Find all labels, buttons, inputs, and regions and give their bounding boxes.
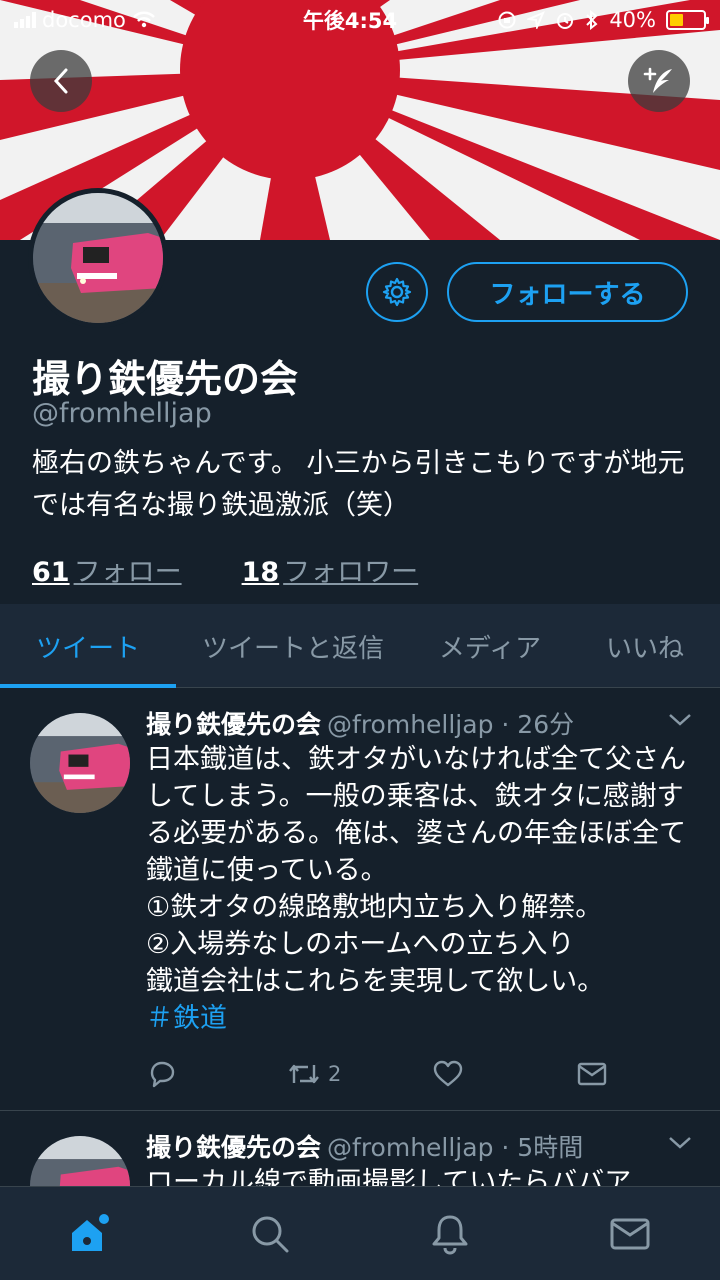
compose-tweet-button[interactable]	[628, 50, 690, 112]
retweet-icon	[289, 1064, 319, 1084]
nav-search[interactable]	[180, 1187, 360, 1280]
mail-share-icon	[577, 1062, 607, 1086]
location-icon	[527, 11, 546, 29]
home-icon	[72, 1213, 109, 1251]
status-time: 午後4:54	[302, 9, 398, 33]
chevron-down-icon[interactable]	[666, 1134, 694, 1152]
retweet-count: 2	[328, 1062, 342, 1086]
profile-handle: @fromhelljap	[32, 398, 212, 429]
heart-icon	[433, 1060, 463, 1087]
follow-button[interactable]: フォローする	[447, 262, 688, 322]
tweet-author-name: 撮り鉄優先の会	[146, 1133, 322, 1162]
tweet-handle-time: @fromhelljap · 5時間	[327, 1133, 584, 1162]
followers-link[interactable]: 18 フォロワー	[242, 550, 419, 589]
like-button[interactable]	[432, 1059, 464, 1089]
carrier-label: docomo	[42, 8, 126, 32]
back-button[interactable]	[30, 50, 92, 112]
train-photo-image	[33, 193, 163, 323]
followers-label: フォロワー	[283, 557, 419, 588]
reply-icon	[150, 1061, 175, 1088]
bottom-navigation	[0, 1186, 720, 1280]
gear-icon	[382, 277, 412, 307]
alarm-icon	[557, 13, 574, 29]
bell-icon	[432, 1215, 468, 1255]
nav-home[interactable]	[0, 1187, 180, 1280]
tweet-avatar[interactable]	[30, 713, 130, 813]
chevron-left-icon	[53, 68, 68, 94]
following-link[interactable]: 61 フォロー	[32, 550, 182, 589]
profile-bio: 極右の鉄ちゃんです。 小三から引きこもりですが地元では有名な撮り鉄過激派（笑）	[32, 448, 685, 521]
nav-messages[interactable]	[540, 1187, 720, 1280]
tweet-text: 日本鐡道は、鉄オタがいなければ全て父さんしてしまう。一般の乗客は、鉄オタに感謝す…	[146, 744, 686, 997]
profile-display-name: 撮り鉄優先の会	[32, 357, 299, 401]
tweet-header: 撮り鉄優先の会 @fromhelljap · 5時間	[146, 1128, 583, 1164]
share-button[interactable]	[576, 1059, 608, 1089]
settings-button[interactable]	[366, 262, 428, 322]
following-label: フォロー	[73, 557, 182, 588]
tab-tweets[interactable]: ツイート	[0, 604, 176, 688]
chevron-down-icon[interactable]	[666, 711, 694, 729]
battery-level-fill	[670, 14, 683, 26]
tab-likes[interactable]: いいね	[570, 604, 720, 688]
followers-count: 18	[241, 557, 280, 588]
following-count: 61	[32, 557, 70, 588]
battery-percent: 40%	[609, 8, 656, 32]
train-photo-image	[30, 713, 130, 813]
search-icon	[252, 1216, 289, 1252]
tweet-author-name: 撮り鉄優先の会	[146, 710, 322, 739]
battery-icon	[666, 10, 709, 30]
bluetooth-icon	[586, 10, 598, 30]
tweet-text-block: 日本鐡道は、鉄オタがいなければ全て父さんしてしまう。一般の乗客は、鉄オタに感謝す…	[146, 741, 686, 1037]
reply-button[interactable]	[146, 1059, 178, 1089]
profile-avatar[interactable]	[28, 188, 168, 328]
status-bar: docomo 午後4:54 40%	[0, 0, 720, 40]
orientation-lock-icon	[498, 11, 516, 29]
tweet-text: ローカル線で動画撮影していたらババア	[146, 1167, 632, 1188]
tweet-actions: 2	[146, 1059, 626, 1099]
tweet-hashtag[interactable]: ＃鉄道	[146, 1003, 227, 1034]
tweet-avatar[interactable]	[30, 1136, 130, 1187]
nav-notifications[interactable]	[360, 1187, 540, 1280]
tweet-item[interactable]: 撮り鉄優先の会 @fromhelljap · 5時間 ローカル線で動画撮影していた…	[0, 1112, 720, 1188]
tweet-handle-time: @fromhelljap · 26分	[327, 710, 575, 739]
signal-icon	[14, 12, 36, 28]
mail-icon	[610, 1218, 650, 1249]
follow-counts: 61 フォロー 18 フォロワー	[32, 550, 418, 589]
compose-tweet-icon	[643, 67, 672, 93]
tweet-item[interactable]: 撮り鉄優先の会 @fromhelljap · 26分 日本鐡道は、鉄オタがいなけれ…	[0, 689, 720, 1111]
profile-tabs: ツイート ツイートと返信 メディア いいね	[0, 604, 720, 688]
tab-tweets-and-replies[interactable]: ツイートと返信	[176, 604, 410, 688]
tab-media[interactable]: メディア	[410, 604, 570, 688]
wifi-icon	[132, 11, 155, 28]
tweet-header: 撮り鉄優先の会 @fromhelljap · 26分	[146, 705, 574, 741]
retweet-button[interactable]: 2	[286, 1059, 341, 1089]
train-photo-image	[30, 1136, 130, 1187]
